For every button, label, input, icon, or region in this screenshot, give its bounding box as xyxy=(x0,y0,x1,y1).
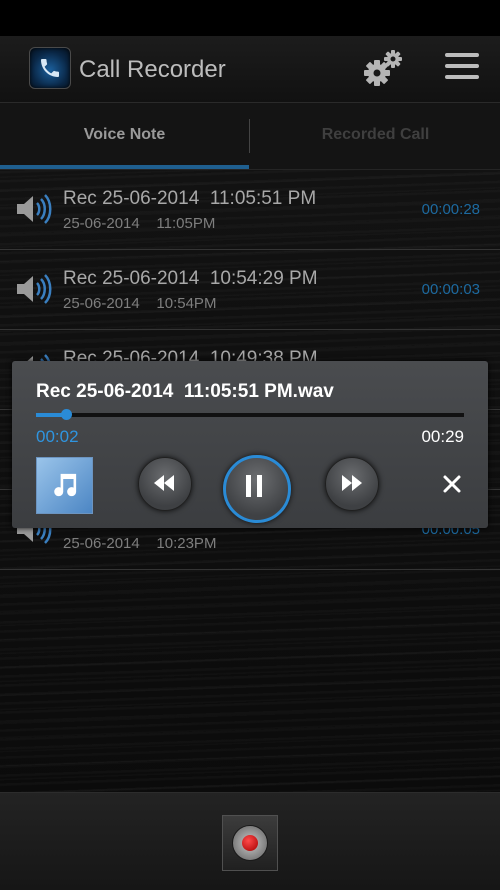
recording-date: 25-06-2014 10:23PM xyxy=(63,535,217,552)
list-item[interactable]: Rec 25-06-2014 10:54:29 PM 25-06-2014 10… xyxy=(0,250,500,330)
action-bar: Call Recorder xyxy=(0,36,500,103)
hamburger-icon[interactable] xyxy=(445,53,479,83)
gears-icon[interactable] xyxy=(362,48,406,88)
tab-bar: Voice Note Recorded Call xyxy=(0,103,500,170)
recording-duration: 00:00:03 xyxy=(421,281,480,298)
seek-bar-thumb[interactable] xyxy=(60,409,72,420)
player-file-name: Rec 25-06-2014 11:05:51 PM.wav xyxy=(36,381,334,402)
seek-bar[interactable] xyxy=(36,409,464,420)
bottom-bar xyxy=(0,792,500,890)
pause-button[interactable] xyxy=(223,455,291,523)
app-title: Call Recorder xyxy=(79,56,226,83)
fast-forward-icon xyxy=(342,475,362,491)
fast-forward-button[interactable] xyxy=(325,457,379,511)
status-bar xyxy=(0,0,500,36)
rewind-icon xyxy=(154,475,174,491)
tab-recorded-call[interactable]: Recorded Call xyxy=(251,103,500,169)
speaker-icon xyxy=(17,194,52,224)
tab-voice-note[interactable]: Voice Note xyxy=(0,103,249,169)
recording-duration: 00:00:28 xyxy=(421,201,480,218)
total-time: 00:29 xyxy=(421,427,464,446)
pause-icon xyxy=(246,475,262,497)
tab-selected-indicator xyxy=(0,165,249,169)
record-button[interactable] xyxy=(222,815,278,871)
recording-name: Rec 25-06-2014 10:54:29 PM xyxy=(63,268,318,289)
recording-date: 25-06-2014 11:05PM xyxy=(63,215,216,232)
audio-player-dialog: Rec 25-06-2014 11:05:51 PM.wav 00:02 00:… xyxy=(12,361,488,528)
music-note-icon xyxy=(36,457,93,514)
record-dot xyxy=(242,835,258,851)
list-item[interactable]: Rec 25-06-2014 11:05:51 PM 25-06-2014 11… xyxy=(0,170,500,250)
current-time: 00:02 xyxy=(36,427,79,446)
close-icon[interactable] xyxy=(440,472,464,496)
recording-date: 25-06-2014 10:54PM xyxy=(63,295,217,312)
rewind-button[interactable] xyxy=(138,457,192,511)
tab-divider xyxy=(249,119,250,153)
recording-name: Rec 25-06-2014 11:05:51 PM xyxy=(63,188,317,209)
phone-icon xyxy=(29,47,71,89)
record-icon xyxy=(232,825,268,861)
speaker-icon xyxy=(17,274,52,304)
